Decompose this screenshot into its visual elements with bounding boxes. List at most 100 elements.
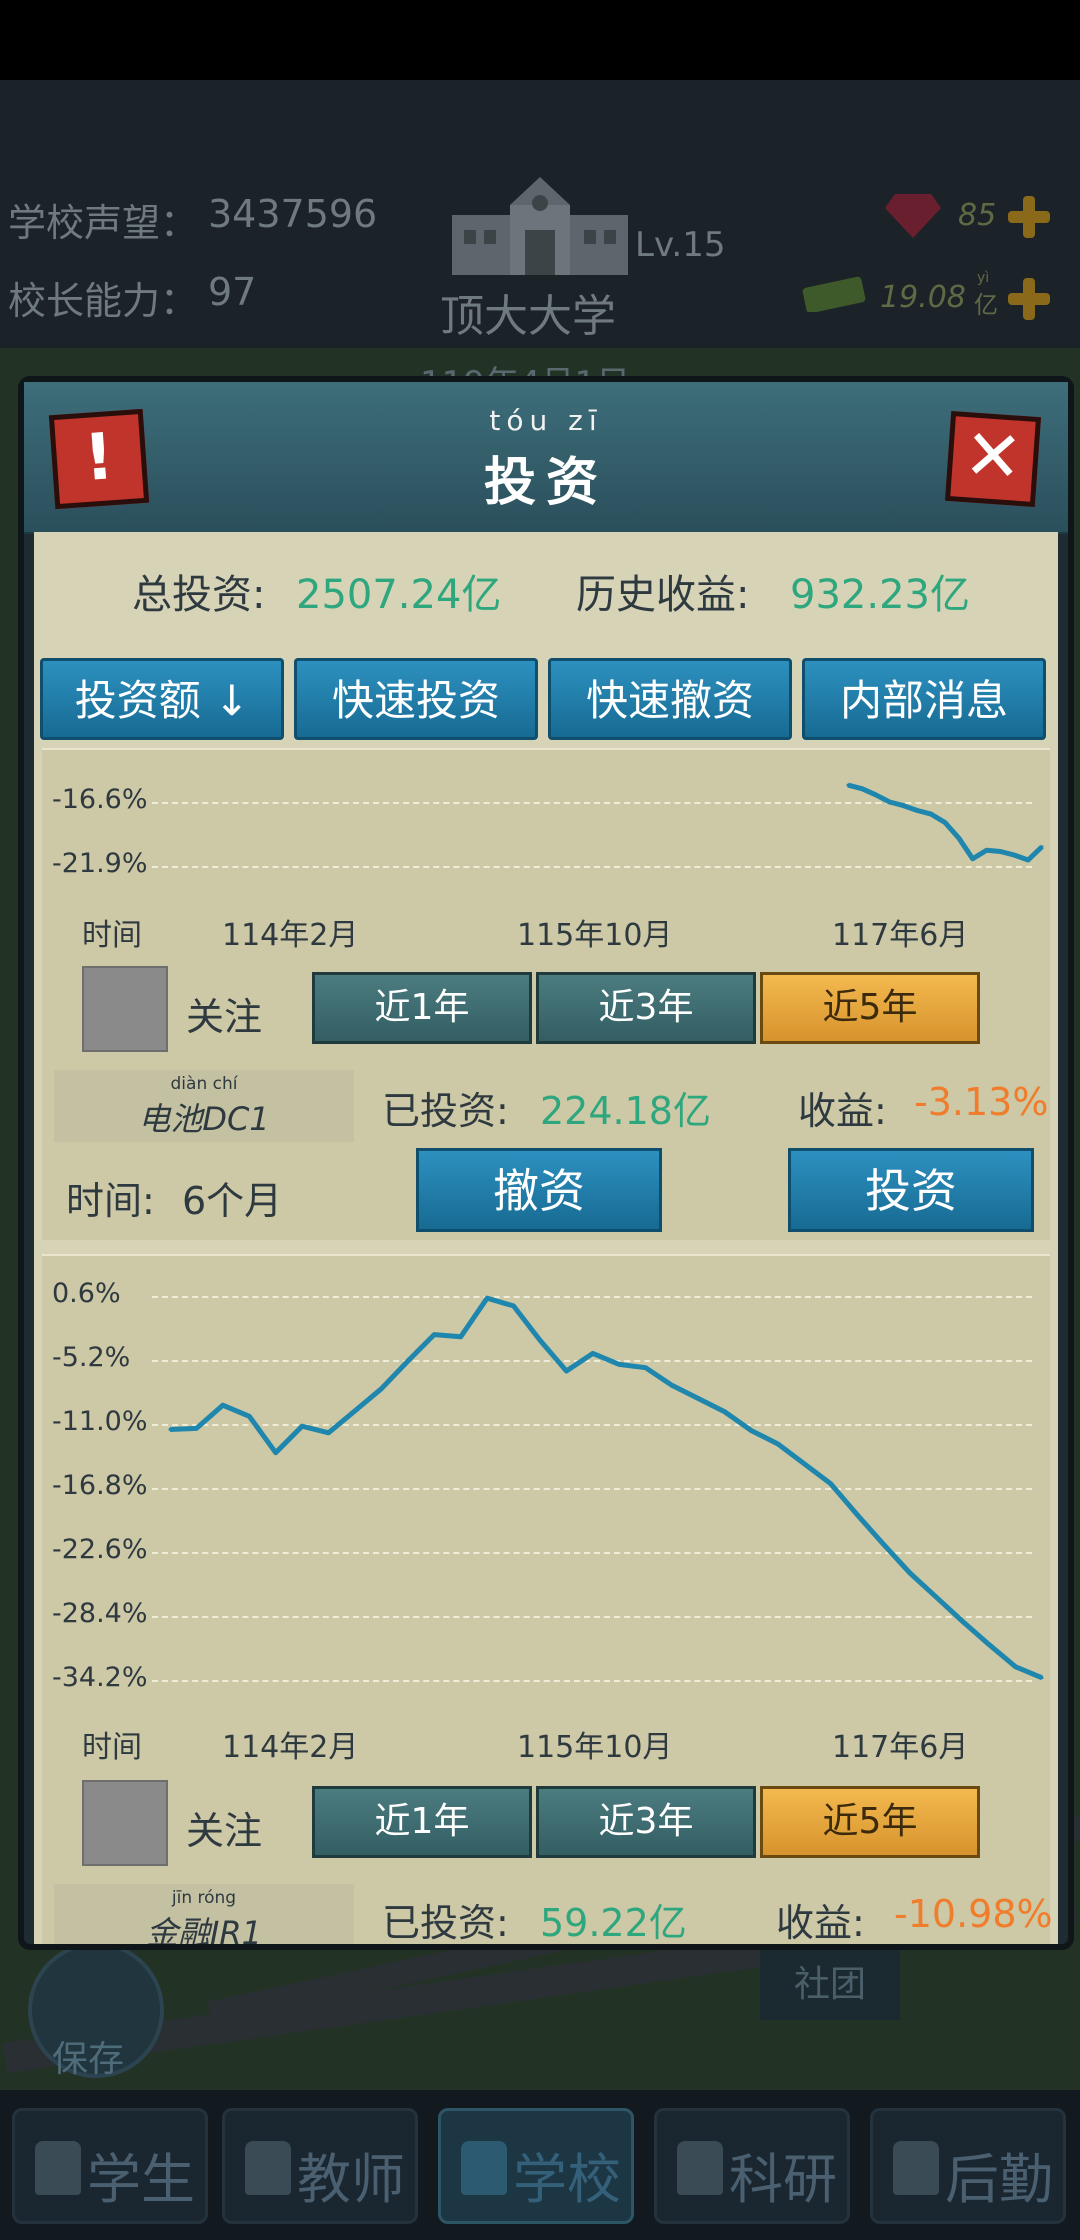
data-point	[379, 1387, 383, 1391]
investment-dialog: ! tóu zī 投资 ✕ 总投资: 2507.24亿 历史收益: 932.23…	[18, 376, 1074, 1950]
nav-research[interactable]: 科研	[654, 2108, 850, 2224]
data-point	[247, 1414, 251, 1418]
data-point	[485, 1296, 489, 1300]
period-5-year-button[interactable]: 近5年	[760, 972, 980, 1044]
data-point	[888, 800, 892, 804]
data-point	[1014, 1665, 1018, 1669]
x-tick: 114年2月	[222, 1730, 359, 1765]
money-amount: 19.08	[880, 280, 966, 315]
data-point	[723, 1410, 727, 1414]
investment-card-finance: 0.6% -5.2% -11.0% -16.8% -22.6% -28.4% -…	[42, 1254, 1053, 1944]
data-point	[943, 821, 947, 824]
period-3-year-button[interactable]: 近3年	[536, 972, 756, 1044]
finance-return-chart	[168, 1295, 1044, 1681]
data-point	[961, 1620, 965, 1623]
period-1-year-button[interactable]: 近1年	[312, 1786, 532, 1858]
ability-label: 校长能力：	[8, 279, 199, 323]
gem-count: 85	[958, 198, 997, 233]
duration-label: 时间:	[66, 1179, 155, 1223]
data-point	[1026, 858, 1030, 862]
data-point	[591, 1351, 595, 1355]
data-point	[934, 1595, 938, 1599]
nav-teachers[interactable]: 教师	[222, 2108, 418, 2224]
nav-logistics[interactable]: 后勤	[870, 2108, 1066, 2224]
data-point	[1040, 1676, 1044, 1680]
history-profit-label: 历史收益:	[576, 572, 750, 618]
tab-quick-withdraw[interactable]: 快速撤资	[548, 658, 792, 740]
nav-school[interactable]: 学校	[438, 2108, 634, 2224]
invested-label: 已投资:	[382, 1089, 509, 1133]
data-point	[406, 1359, 410, 1363]
data-point	[168, 1428, 172, 1431]
ability-value: 97	[208, 270, 257, 314]
investment-name: 金融JR1	[145, 1914, 263, 1944]
profit-label: 收益:	[776, 1901, 865, 1944]
close-button[interactable]: ✕	[944, 410, 1042, 508]
battery-return-chart	[846, 782, 1044, 863]
data-point	[459, 1335, 463, 1339]
school-building-icon[interactable]	[450, 175, 630, 275]
nav-teachers-label: 教师	[297, 2148, 405, 2211]
profit-value: -3.13%	[914, 1080, 1049, 1124]
data-point	[538, 1338, 542, 1342]
data-point	[971, 857, 975, 861]
nav-school-label: 学校	[513, 2148, 621, 2211]
dialog-title-pinyin: tóu zī	[489, 404, 603, 437]
bottom-nav: 学生 教师 学校 科研 后勤	[0, 2090, 1080, 2240]
follow-checkbox[interactable]	[82, 966, 168, 1052]
tab-quick-invest[interactable]: 快速投资	[294, 658, 538, 740]
data-point	[697, 1397, 700, 1401]
data-point	[908, 1571, 912, 1575]
data-point	[617, 1362, 621, 1366]
period-5-year-button[interactable]: 近5年	[760, 1786, 980, 1858]
dialog-header: ! tóu zī 投资 ✕	[24, 382, 1068, 534]
add-money-icon[interactable]	[1006, 276, 1052, 322]
follow-checkbox[interactable]	[82, 1780, 168, 1866]
club-button[interactable]: 社团	[760, 1950, 900, 2020]
investment-name-tag: diàn chí 电池DC1	[54, 1070, 354, 1142]
dialog-body: 总投资: 2507.24亿 历史收益: 932.23亿 投资额 ↓ 快速投资 快…	[34, 532, 1058, 1944]
close-icon: ✕	[961, 413, 1026, 499]
invest-button[interactable]: 投资	[788, 1148, 1034, 1232]
profit-label: 收益:	[798, 1089, 887, 1133]
invested-value: 224.18亿	[540, 1089, 711, 1133]
period-1-year-button[interactable]: 近1年	[312, 972, 532, 1044]
data-point	[915, 809, 919, 812]
data-point	[998, 850, 1002, 853]
tab-insider-info[interactable]: 内部消息	[802, 658, 1046, 740]
investment-name: 电池DC1	[138, 1100, 270, 1138]
data-point	[846, 783, 850, 787]
data-point	[882, 1542, 885, 1546]
data-point	[1012, 853, 1016, 857]
investment-name-pinyin: jīn róng	[171, 1888, 237, 1908]
nav-logistics-label: 后勤	[945, 2148, 1053, 2211]
x-tick: 115年10月	[517, 1730, 673, 1765]
nav-students[interactable]: 学生	[12, 2108, 208, 2224]
save-label: 保存	[52, 2039, 125, 2080]
game-header: 学校声望： 3437596 校长能力： 97 Lv.15 顶大大学 85 19.…	[0, 80, 1080, 348]
add-gems-icon[interactable]	[1006, 194, 1052, 240]
reputation-label: 学校声望：	[8, 201, 199, 245]
nav-students-label: 学生	[87, 2148, 195, 2211]
data-point	[985, 848, 989, 852]
data-point	[957, 836, 961, 840]
history-profit-value: 932.23亿	[790, 572, 970, 618]
data-point	[874, 793, 878, 797]
nav-research-label: 科研	[729, 2148, 837, 2211]
data-point	[1040, 845, 1044, 849]
withdraw-button[interactable]: 撤资	[416, 1148, 662, 1232]
invested-value: 59.22亿	[540, 1901, 687, 1944]
period-3-year-button[interactable]: 近3年	[536, 1786, 756, 1858]
school-icon	[461, 2141, 507, 2195]
data-point	[776, 1442, 780, 1446]
clipboard-icon	[893, 2141, 939, 2195]
data-point	[194, 1426, 198, 1430]
data-point	[564, 1369, 568, 1373]
investment-name-pinyin: diàn chí	[170, 1074, 238, 1094]
follow-label: 关注	[186, 1809, 263, 1853]
gem-icon	[885, 192, 941, 238]
invested-label: 已投资:	[382, 1901, 509, 1944]
tab-sort-by-amount[interactable]: 投资额 ↓	[40, 658, 284, 740]
student-icon	[35, 2141, 81, 2195]
x-tick: 115年10月	[517, 918, 673, 953]
